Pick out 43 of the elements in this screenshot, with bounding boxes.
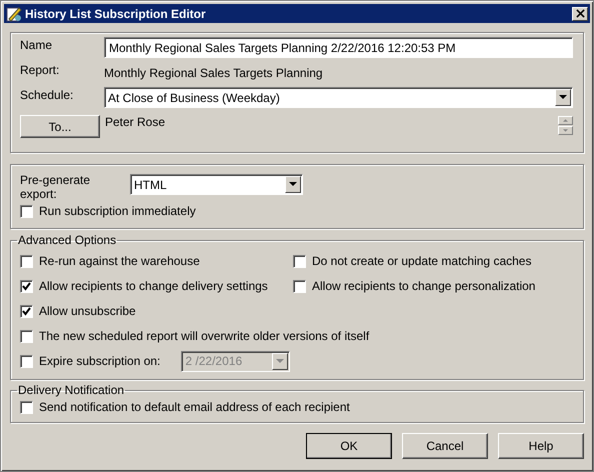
checkbox[interactable] [293,254,306,268]
group-title: Advanced Options [17,233,118,247]
checkbox[interactable] [20,280,33,292]
checkbox-label: Re-run against the warehouse [39,254,200,268]
checkbox-label: Run subscription immediately [39,204,196,218]
close-button[interactable] [572,6,588,20]
checkbox[interactable] [293,280,306,292]
down-arrow-icon [563,129,568,132]
checkbox-label: The new scheduled report will overwrite older versions of itself [39,329,370,343]
schedule-dropdown[interactable]: At Close of Business (Weekday) [104,87,573,108]
pencil-document-icon [6,6,22,22]
window-title: History List Subscription Editor [25,6,207,20]
recipient-name: Peter Rose [105,115,166,129]
dropdown-arrow-icon [559,95,567,100]
report-label: Report: [20,62,60,77]
name-field[interactable]: Monthly Regional Sales Targets Planning 2/22/2016 12:20:53 PM [104,37,573,58]
checkbox-label: Allow unsubscribe [39,304,136,318]
schedule-label: Schedule: [20,87,74,102]
export-label: Pre-generate export: [20,173,92,201]
checkbox-label: Allow recipients to change personalization [312,279,536,293]
checkbox-label: Do not create or update matching caches [312,254,532,268]
dialog-button[interactable]: OK [306,433,392,459]
checkbox-label: Allow recipients to change delivery settings [39,279,268,293]
dropdown-arrow-icon [276,358,284,364]
close-icon [576,9,584,18]
dialog-button[interactable]: Cancel [402,433,488,459]
dialog-button[interactable]: Help [498,433,584,459]
checkbox[interactable] [20,254,33,268]
checkbox-label: Expire subscription on: [39,354,160,368]
group-title: Delivery Notification [17,383,126,397]
checkbox[interactable] [20,400,33,414]
checkbox-label: Send notification to default email address of each recipient [39,400,350,414]
export-dropdown[interactable]: HTML [130,174,303,196]
up-arrow-icon [563,119,568,122]
checkbox[interactable] [20,204,33,218]
checkbox[interactable] [20,330,33,342]
scroll-up-button[interactable] [558,116,573,125]
to-button[interactable]: To... [20,115,100,138]
dropdown-arrow-icon [289,182,297,188]
checkbox[interactable] [20,304,33,318]
scroll-down-button[interactable] [558,126,573,135]
report-name: Monthly Regional Sales Targets Planning [104,66,323,80]
name-label: Name [20,37,54,52]
